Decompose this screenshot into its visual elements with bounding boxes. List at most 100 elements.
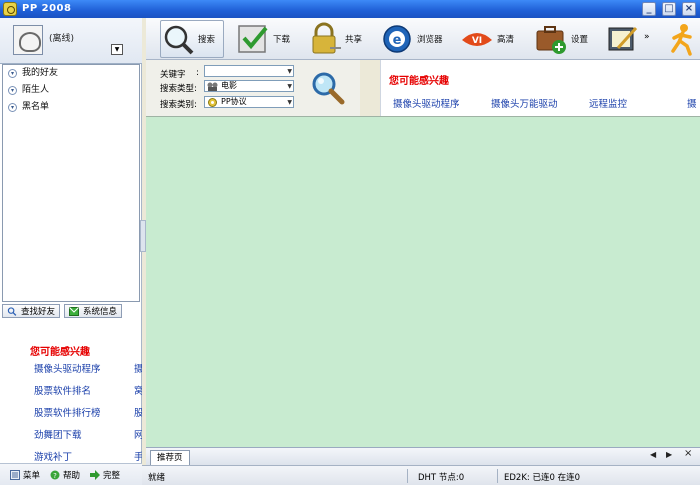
toolbar-hd-button[interactable]: VI 高清 bbox=[460, 18, 514, 60]
search-type-label: 搜索类型: bbox=[160, 84, 197, 94]
protocol-icon bbox=[208, 98, 217, 107]
recommendation-link[interactable]: 摄 bbox=[687, 96, 697, 110]
tab-close-button[interactable]: × bbox=[684, 448, 692, 459]
tab-recommend[interactable]: 推荐页 bbox=[150, 450, 190, 465]
toolbar-skin-button[interactable] bbox=[606, 18, 640, 60]
main-content-area[interactable] bbox=[146, 116, 700, 447]
toolbar-search-button[interactable]: 搜索 bbox=[160, 20, 224, 58]
toolbar-more-icon[interactable]: » bbox=[644, 32, 650, 42]
toolbar-download-button[interactable]: 下载 bbox=[236, 18, 290, 60]
svg-text:VI: VI bbox=[472, 36, 482, 46]
download-icon bbox=[238, 25, 268, 53]
window-title: PP 2008 bbox=[22, 3, 72, 14]
hd-video-icon: VI bbox=[462, 33, 492, 46]
expand-icon: ▾ bbox=[8, 69, 17, 78]
expand-icon: ▾ bbox=[8, 103, 17, 112]
recommendation-link[interactable]: 摄像头万能驱动 bbox=[491, 96, 558, 110]
recommendation-link[interactable]: 摄像头驱动程序 bbox=[393, 96, 460, 110]
toolbox-icon bbox=[536, 26, 566, 54]
movie-icon bbox=[207, 82, 218, 91]
status-dropdown-button[interactable]: ▼ bbox=[111, 44, 123, 55]
menu-label: 菜单 bbox=[23, 470, 41, 481]
chevron-down-icon[interactable]: ▼ bbox=[287, 98, 292, 108]
recommendation-link[interactable]: 远程监控 bbox=[589, 96, 627, 110]
arrow-right-icon bbox=[90, 469, 101, 480]
interest-row: 游戏补丁 手 bbox=[22, 447, 142, 461]
complete-mode-button[interactable]: 完整 bbox=[90, 469, 120, 481]
system-info-label: 系统信息 bbox=[83, 307, 118, 317]
keyword-colon: : bbox=[196, 68, 199, 78]
interest-link[interactable]: 窝 bbox=[134, 381, 142, 403]
friend-group-label: 黑名单 bbox=[22, 102, 50, 112]
minimize-button[interactable]: _ bbox=[642, 2, 656, 16]
status-separator bbox=[407, 469, 408, 483]
interest-row: 股票软件排行榜 股 bbox=[22, 403, 142, 425]
recommendation-heading: 您可能感兴趣 bbox=[389, 76, 449, 87]
toolbar-share-button[interactable]: 共享 bbox=[308, 18, 362, 60]
keyword-label: 关键字 bbox=[160, 70, 186, 80]
left-action-buttons: 查找好友 系统信息 bbox=[2, 304, 140, 319]
svg-text:?: ? bbox=[53, 471, 57, 479]
main-toolbar: 搜索 下载 共享 e 浏览器 VI 高清 设置 » bbox=[146, 18, 700, 60]
help-icon: ? bbox=[50, 470, 60, 479]
toolbar-browser-button[interactable]: e 浏览器 bbox=[380, 18, 443, 60]
interest-link[interactable]: 股票软件排行榜 bbox=[34, 408, 101, 419]
avatar[interactable] bbox=[13, 25, 43, 55]
help-label: 帮助 bbox=[63, 470, 81, 481]
status-dht: DHT 节点:0 bbox=[418, 473, 465, 483]
help-button[interactable]: ? 帮助 bbox=[50, 469, 80, 481]
interest-row: 股票软件排名 窝 bbox=[22, 381, 142, 403]
interest-link[interactable]: 摄像头驱动程序 bbox=[34, 364, 101, 375]
search-category-select[interactable]: PP协议 ▼ bbox=[204, 96, 294, 108]
close-button[interactable]: × bbox=[682, 2, 696, 16]
search-category-value: PP协议 bbox=[221, 97, 247, 106]
interest-link[interactable]: 手 bbox=[134, 447, 142, 461]
online-status: (离线) bbox=[49, 34, 75, 44]
status-ready: 就绪 bbox=[148, 473, 166, 483]
toolbar-settings-label: 设置 bbox=[571, 35, 589, 45]
friend-group-label: 陌生人 bbox=[22, 85, 50, 95]
tab-next-button[interactable]: ▶ bbox=[666, 450, 672, 459]
friend-group-friends[interactable]: ▾ 我的好友 bbox=[3, 65, 139, 82]
expand-icon: ▾ bbox=[8, 86, 17, 95]
search-type-select[interactable]: 电影 ▼ bbox=[204, 80, 294, 92]
left-bottom-bar: 菜单 ? 帮助 完整 bbox=[0, 463, 142, 485]
tab-bar: 推荐页 ◀ ▶ × bbox=[146, 447, 700, 465]
toolbar-search-label: 搜索 bbox=[198, 35, 216, 45]
interest-link[interactable]: 摄 bbox=[134, 359, 142, 381]
search-icon bbox=[7, 306, 17, 316]
notebook-pen-icon bbox=[608, 26, 638, 51]
tab-prev-button[interactable]: ◀ bbox=[650, 450, 656, 459]
friend-group-strangers[interactable]: ▾ 陌生人 bbox=[3, 82, 139, 99]
svg-text:e: e bbox=[393, 33, 402, 48]
toolbar-settings-button[interactable]: 设置 bbox=[534, 18, 588, 60]
browser-icon: e bbox=[383, 25, 411, 53]
interest-link[interactable]: 网 bbox=[134, 425, 142, 447]
title-bar[interactable]: PP 2008 _ □ × bbox=[0, 0, 700, 18]
chevron-down-icon[interactable]: ▼ bbox=[287, 82, 292, 92]
interest-link[interactable]: 股 bbox=[134, 403, 142, 425]
menu-icon bbox=[10, 469, 20, 480]
status-bar: 就绪 DHT 节点:0 ED2K: 已连0 在连0 bbox=[142, 465, 700, 485]
friend-group-blacklist[interactable]: ▾ 黑名单 bbox=[3, 99, 139, 116]
interest-link[interactable]: 劲舞团下载 bbox=[34, 430, 82, 441]
keyword-input[interactable]: ▼ bbox=[204, 65, 294, 77]
toolbar-download-label: 下载 bbox=[273, 35, 291, 45]
running-man-icon bbox=[671, 24, 692, 56]
recommendation-panel: 您可能感兴趣 摄像头驱动程序 摄像头万能驱动 远程监控 摄 bbox=[380, 60, 700, 116]
interest-link[interactable]: 游戏补丁 bbox=[34, 452, 72, 461]
search-panel: 关键字 : ▼ 搜索类型: 电影 ▼ 搜索类别: PP协议 ▼ bbox=[146, 60, 360, 116]
app-logo-icon bbox=[3, 2, 17, 16]
toolbar-user-button[interactable] bbox=[666, 18, 700, 60]
interest-row: 摄像头驱动程序 摄 bbox=[22, 359, 142, 381]
toolbar-browser-label: 浏览器 bbox=[417, 35, 443, 45]
interest-link[interactable]: 股票软件排名 bbox=[34, 386, 91, 397]
interest-row: 劲舞团下载 网 bbox=[22, 425, 142, 447]
search-go-icon[interactable] bbox=[310, 70, 346, 106]
system-info-button[interactable]: 系统信息 bbox=[64, 304, 123, 318]
maximize-button[interactable]: □ bbox=[662, 2, 676, 16]
find-friend-button[interactable]: 查找好友 bbox=[2, 304, 61, 318]
chevron-down-icon[interactable]: ▼ bbox=[287, 67, 292, 77]
left-panel: (离线) ▼ ▾ 我的好友 ▾ 陌生人 ▾ 黑名单 查找好友 系统信息 您可能感… bbox=[0, 18, 142, 485]
menu-button[interactable]: 菜单 bbox=[10, 469, 40, 481]
